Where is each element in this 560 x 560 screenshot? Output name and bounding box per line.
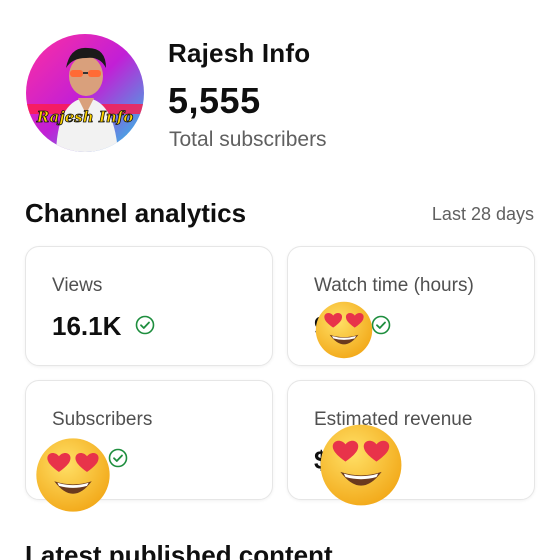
check-circle-icon: [135, 315, 155, 335]
avatar-logo-text: Rajesh Info: [36, 108, 133, 126]
subscribers-label: Subscribers: [52, 409, 153, 430]
watch-time-label: Watch time (hours): [314, 275, 474, 296]
analytics-range[interactable]: Last 28 days: [432, 204, 534, 225]
subscriber-count: 5,555: [168, 80, 261, 121]
channel-avatar[interactable]: Rajesh Info: [26, 34, 144, 152]
check-circle-icon: [371, 315, 391, 335]
views-card[interactable]: Views 16.1K: [25, 246, 273, 366]
heart-eyes-emoji-icon: [314, 300, 374, 360]
analytics-title: Channel analytics: [25, 198, 247, 228]
channel-name: Rajesh Info: [168, 38, 311, 68]
heart-eyes-emoji-icon: [34, 436, 112, 514]
latest-content-title: Latest published content: [25, 540, 333, 560]
subscriber-label: Total subscribers: [169, 128, 327, 151]
heart-eyes-emoji-icon: [318, 422, 404, 508]
channel-header: Rajesh Info Rajesh Info 5,555 Total subs…: [0, 0, 560, 170]
views-value: 16.1K: [52, 311, 122, 341]
views-label: Views: [52, 275, 103, 296]
